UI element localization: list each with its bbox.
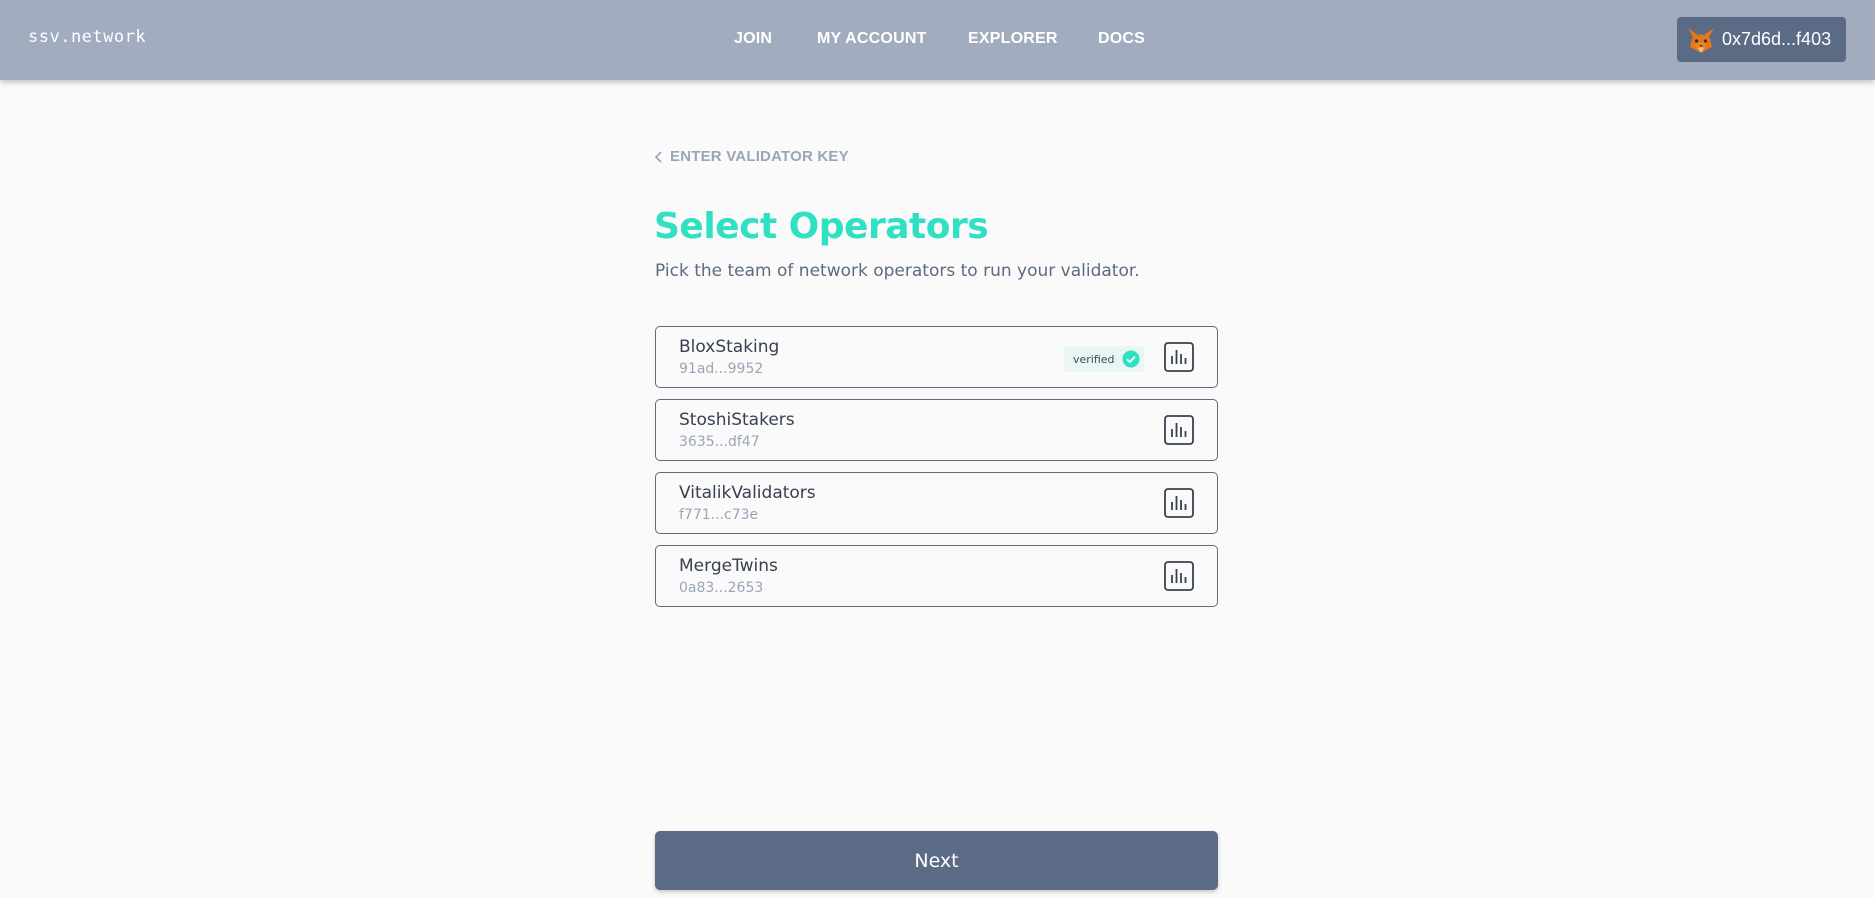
operator-public-key: 91ad...9952 (679, 361, 764, 377)
metamask-fox-icon (1688, 27, 1714, 53)
back-link-label: ENTER VALIDATOR KEY (670, 148, 849, 165)
chevron-left-icon (654, 150, 662, 163)
page-title: Select Operators (654, 206, 989, 247)
nav-join[interactable]: JOIN (734, 30, 772, 48)
operator-public-key: 0a83...2653 (679, 580, 764, 596)
nav-explorer[interactable]: EXPLORER (968, 30, 1058, 48)
next-button[interactable]: Next (655, 831, 1218, 890)
nav-my-account[interactable]: MY ACCOUNT (817, 30, 927, 48)
verified-badge-label: verified (1073, 352, 1115, 366)
page-subtitle: Pick the team of network operators to ru… (655, 261, 1140, 281)
operator-public-key: 3635...df47 (679, 434, 760, 450)
bar-chart-icon[interactable] (1164, 488, 1194, 518)
bar-chart-icon[interactable] (1164, 342, 1194, 372)
nav-docs[interactable]: DOCS (1098, 30, 1145, 48)
operator-name: BloxStaking (679, 337, 780, 357)
verified-badge: verified (1064, 346, 1144, 372)
wallet-address: 0x7d6d...f403 (1722, 29, 1832, 49)
operator-card[interactable]: BloxStaking 91ad...9952 verified (655, 326, 1218, 388)
operator-name: StoshiStakers (679, 410, 795, 430)
bar-chart-icon[interactable] (1164, 415, 1194, 445)
operator-public-key: f771...c73e (679, 507, 759, 523)
operator-list: BloxStaking 91ad...9952 verified StoshiS… (655, 326, 1218, 618)
operator-card[interactable]: MergeTwins 0a83...2653 (655, 545, 1218, 607)
check-circle-icon (1122, 350, 1140, 368)
top-navbar: ssv.network JOIN MY ACCOUNT EXPLORER DOC… (0, 0, 1875, 80)
operator-name: VitalikValidators (679, 483, 816, 503)
bar-chart-icon[interactable] (1164, 561, 1194, 591)
back-link[interactable]: ENTER VALIDATOR KEY (654, 148, 849, 165)
brand-logo[interactable]: ssv.network (28, 27, 146, 47)
operator-name: MergeTwins (679, 556, 778, 576)
operator-card[interactable]: StoshiStakers 3635...df47 (655, 399, 1218, 461)
operator-card[interactable]: VitalikValidators f771...c73e (655, 472, 1218, 534)
wallet-button[interactable]: 0x7d6d...f403 (1677, 17, 1846, 62)
